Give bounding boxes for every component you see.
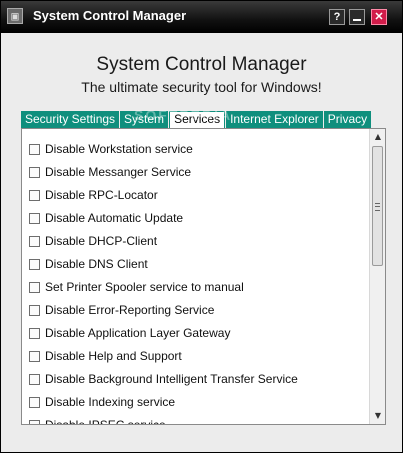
scroll-down-icon[interactable]: ▼ (370, 408, 385, 424)
service-option-label: Disable RPC-Locator (45, 188, 158, 202)
checkbox[interactable] (29, 350, 40, 362)
service-option-label: Disable DNS Client (45, 257, 148, 271)
service-option[interactable]: Disable Workstation service (29, 141, 193, 157)
vertical-scrollbar[interactable]: ▲ ▼ (369, 129, 385, 424)
minimize-button[interactable] (349, 9, 365, 25)
checkbox[interactable] (29, 189, 40, 201)
checkbox[interactable] (29, 396, 40, 408)
checkbox[interactable] (29, 304, 40, 316)
app-icon: ▣ (7, 8, 23, 24)
service-option[interactable]: Disable DNS Client (29, 256, 148, 272)
service-option[interactable]: Disable Error-Reporting Service (29, 302, 214, 318)
page-title: System Control Manager (96, 54, 307, 75)
service-option-label: Disable Help and Support (45, 349, 182, 363)
close-button[interactable]: ✕ (371, 9, 387, 25)
services-list: Disable Workstation service Disable Messa… (22, 129, 368, 424)
checkbox[interactable] (29, 419, 40, 424)
service-option-label: Disable Automatic Update (45, 211, 184, 225)
tab-internet-explorer[interactable]: Internet Explorer (226, 111, 323, 128)
service-option[interactable]: Disable IPSEC service (29, 417, 166, 424)
checkbox[interactable] (29, 258, 40, 270)
scroll-up-icon[interactable]: ▲ (370, 129, 385, 145)
service-option[interactable]: Disable Indexing service (29, 394, 175, 410)
app-window: ▣ System Control Manager ? ✕ System Cont… (0, 0, 403, 453)
page-subtitle: The ultimate security tool for Windows! (81, 79, 322, 95)
title-bar[interactable]: ▣ System Control Manager ? ✕ (1, 1, 402, 33)
service-option[interactable]: Disable Application Layer Gateway (29, 325, 230, 341)
checkbox[interactable] (29, 235, 40, 247)
service-option-label: Disable Application Layer Gateway (45, 326, 231, 340)
service-option-label: Set Printer Spooler service to manual (45, 280, 244, 294)
checkbox[interactable] (29, 166, 40, 178)
scroll-thumb[interactable] (372, 146, 383, 266)
service-option[interactable]: Set Printer Spooler service to manual (29, 279, 244, 295)
checkbox[interactable] (29, 327, 40, 339)
tab-security-settings[interactable]: Security Settings (21, 111, 120, 128)
service-option[interactable]: Disable Background Intelligent Transfer … (29, 371, 298, 387)
service-option-label: Disable DHCP-Client (45, 234, 158, 248)
checkbox[interactable] (29, 143, 40, 155)
service-option[interactable]: Disable Messanger Service (29, 164, 191, 180)
tab-privacy[interactable]: Privacy (323, 111, 372, 128)
service-option-label: Disable Background Intelligent Transfer … (45, 372, 298, 386)
window-title: System Control Manager (33, 8, 187, 23)
checkbox[interactable] (29, 281, 40, 293)
service-option-label: Disable Indexing service (45, 395, 176, 409)
service-option-label: Disable IPSEC service (45, 418, 166, 424)
minimize-icon (353, 19, 361, 21)
service-option[interactable]: Disable DHCP-Client (29, 233, 157, 249)
services-panel: Disable Workstation service Disable Messa… (21, 128, 386, 425)
grip-icon (375, 203, 380, 211)
checkbox[interactable] (29, 373, 40, 385)
service-option-label: Disable Messanger Service (45, 165, 192, 179)
help-button[interactable]: ? (329, 9, 345, 25)
checkbox[interactable] (29, 212, 40, 224)
service-option[interactable]: Disable RPC-Locator (29, 187, 158, 203)
service-option-label: Disable Error-Reporting Service (45, 303, 215, 317)
service-option[interactable]: Disable Automatic Update (29, 210, 183, 226)
service-option[interactable]: Disable Help and Support (29, 348, 182, 364)
service-option-label: Disable Workstation service (45, 142, 193, 156)
watermark: SOFTPEDIA (134, 107, 233, 123)
